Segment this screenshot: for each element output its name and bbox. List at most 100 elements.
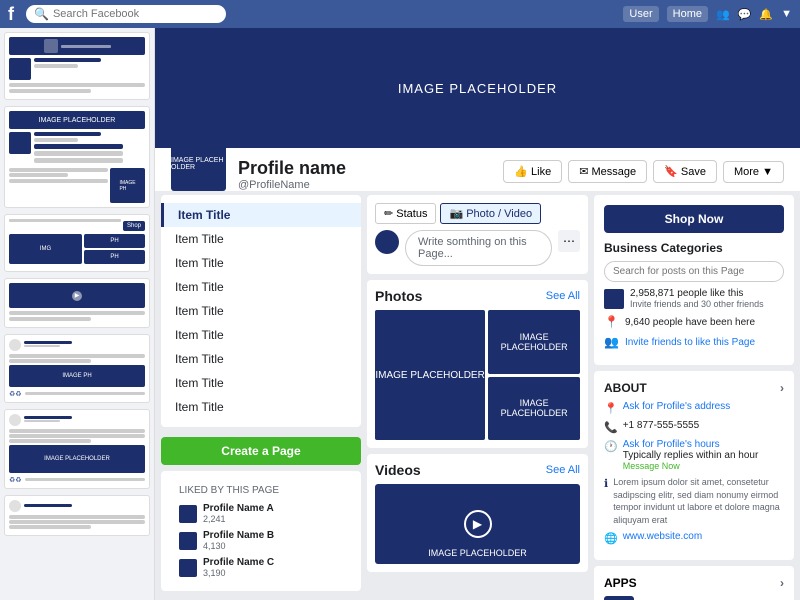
photos-grid: IMAGE PLACEHOLDER IMAGE PLACEHOLDER IMAG… <box>375 310 580 440</box>
prev1-header <box>9 37 145 55</box>
prev2-profile <box>9 132 145 165</box>
right-sidebar: Shop Now Business Categories 2,958,871 p… <box>594 195 794 600</box>
about-hours-info: Ask for Profile's hours Typically replie… <box>623 439 759 471</box>
about-description: Lorem ipsum dolor sit amet, consetetur s… <box>613 476 784 526</box>
video-play-button[interactable]: ▶ <box>464 510 492 538</box>
manage-page-info-2: Profile Name C 3,190 <box>203 557 343 578</box>
about-address-link[interactable]: Ask for Profile's address <box>623 401 731 412</box>
nav-home-button[interactable]: Home <box>667 6 708 22</box>
prev1-profile <box>9 58 145 80</box>
stat-row-invite: 👥 Invite friends to like this Page <box>604 335 784 349</box>
about-chevron-icon[interactable]: › <box>780 381 784 395</box>
prev4-video: ▶ <box>9 283 145 308</box>
about-description-row: ℹ Lorem ipsum dolor sit amet, consetetur… <box>604 476 784 526</box>
likes-icon <box>604 289 624 309</box>
photo-tab[interactable]: 📷 Photo / Video <box>440 203 541 224</box>
sidebar-item-7[interactable]: Item Title <box>161 371 361 395</box>
stat-likes-sub: Invite friends and 30 other friends <box>630 299 764 309</box>
profile-name-area: Profile name @ProfileName <box>238 158 491 191</box>
stat-invite-label[interactable]: Invite friends to like this Page <box>625 337 755 348</box>
manage-page-1[interactable]: Profile Name B 4,130 <box>171 527 351 554</box>
video-thumbnail[interactable]: ▶ IMAGE PLACEHOLDER <box>375 484 580 564</box>
preview-card-7[interactable] <box>4 495 150 536</box>
sidebar-item-3[interactable]: Item Title <box>161 275 361 299</box>
about-phone-value[interactable]: +1 877-555-5555 <box>623 420 699 431</box>
top-navigation: f 🔍 User Home 👥 💬 🔔 ▼ <box>0 0 800 28</box>
phone-icon: 📞 <box>604 421 618 434</box>
prev3-images: IMG PH PH <box>9 234 145 264</box>
nav-friends-icon[interactable]: 👥 <box>716 8 730 21</box>
sidebar-item-5[interactable]: Item Title <box>161 323 361 347</box>
app-icon-0: IMAGE PLACEHOLDER <box>604 596 634 600</box>
nav-notifications-icon[interactable]: 🔔 <box>759 8 773 21</box>
manage-page-0[interactable]: Profile Name A 2,241 <box>171 500 351 527</box>
biz-categories-title: Business Categories <box>604 241 784 255</box>
preview-card-4[interactable]: ▶ <box>4 278 150 328</box>
preview-card-3[interactable]: Shop IMG PH PH <box>4 214 150 272</box>
post-options-button[interactable]: ⋯ <box>558 230 580 252</box>
create-page-button[interactable]: Create a Page <box>161 437 361 465</box>
nav-user-button[interactable]: User <box>623 6 658 22</box>
manage-page-info-0: Profile Name A 2,241 <box>203 503 343 524</box>
globe-icon: 🌐 <box>604 532 618 545</box>
search-bar[interactable]: 🔍 <box>26 5 226 23</box>
apps-card: APPS › IMAGE PLACEHOLDER Join our email … <box>594 566 794 600</box>
manage-page-avatar-0 <box>179 505 197 523</box>
app-row-0[interactable]: IMAGE PLACEHOLDER Join our email list <box>604 596 784 600</box>
shop-now-button[interactable]: Shop Now <box>604 205 784 233</box>
sidebar-nav: Item Title Item Title Item Title Item Ti… <box>161 195 361 427</box>
save-button[interactable]: 🔖 Save <box>653 160 717 183</box>
videos-header: Videos See All <box>375 462 580 478</box>
invite-icon: 👥 <box>604 335 619 349</box>
apps-chevron-icon[interactable]: › <box>780 576 784 590</box>
main-content: IMAGE PLACEHOLDER IMAGE PLACEH OLDER Pro… <box>155 28 800 600</box>
videos-section: Videos See All ▶ IMAGE PLACEHOLDER <box>367 454 588 572</box>
photo-right-top[interactable]: IMAGE PLACEHOLDER <box>488 310 580 374</box>
more-button[interactable]: More ▼ <box>723 161 784 183</box>
nav-chat-icon[interactable]: 💬 <box>738 8 752 21</box>
about-url-link[interactable]: www.website.com <box>623 531 702 542</box>
photo-right-bottom[interactable]: IMAGE PLACEHOLDER <box>488 377 580 441</box>
stat-likes-info: 2,958,871 people like this Invite friend… <box>630 288 764 309</box>
like-button[interactable]: 👍 Like <box>503 160 562 183</box>
photos-see-all[interactable]: See All <box>546 290 580 302</box>
profile-handle: @ProfileName <box>238 179 491 191</box>
about-url-row: 🌐 www.website.com <box>604 531 784 545</box>
profile-actions: 👍 Like ✉ Message 🔖 Save More ▼ <box>503 160 784 191</box>
profile-name: Profile name <box>238 158 491 179</box>
about-hours-row: 🕐 Ask for Profile's hours Typically repl… <box>604 439 784 471</box>
post-box: ✏ Status 📷 Photo / Video Write somthing … <box>367 195 588 274</box>
search-input[interactable] <box>53 8 213 20</box>
photo-left[interactable]: IMAGE PLACEHOLDER <box>375 310 485 440</box>
about-hours-link[interactable]: Ask for Profile's hours <box>623 439 759 450</box>
info-icon: ℹ <box>604 477 608 490</box>
photos-title: Photos <box>375 288 422 304</box>
post-text-input[interactable]: Write somthing on this Page... <box>405 230 552 266</box>
apps-title: APPS › <box>604 576 784 590</box>
manage-page-info-1: Profile Name B 4,130 <box>203 530 343 551</box>
status-tab[interactable]: ✏ Status <box>375 203 436 224</box>
preview-card-2[interactable]: IMAGE PLACEHOLDER IMAGEPH <box>4 106 150 208</box>
preview-card-5[interactable]: IMAGE PH ♻♻ <box>4 334 150 403</box>
options-icon: ⋯ <box>563 234 575 248</box>
videos-see-all[interactable]: See All <box>546 464 580 476</box>
sidebar-item-4[interactable]: Item Title <box>161 299 361 323</box>
middle-section: Item Title Item Title Item Title Item Ti… <box>155 195 800 600</box>
sidebar-item-0[interactable]: Item Title <box>161 203 361 227</box>
post-input-area: Write somthing on this Page... ⋯ <box>375 230 580 266</box>
biz-search-input[interactable] <box>604 261 784 282</box>
stat-likes-count: 2,958,871 people like this <box>630 288 764 299</box>
sidebar-item-6[interactable]: Item Title <box>161 347 361 371</box>
sidebar-item-2[interactable]: Item Title <box>161 251 361 275</box>
pages-you-manage: LIKED BY THIS PAGE Profile Name A 2,241 … <box>161 471 361 591</box>
nav-dropdown-icon[interactable]: ▼ <box>781 8 792 20</box>
manage-page-2[interactable]: Profile Name C 3,190 <box>171 554 351 581</box>
sidebar-item-1[interactable]: Item Title <box>161 227 361 251</box>
about-address-row: 📍 Ask for Profile's address <box>604 401 784 415</box>
preview-card-1[interactable] <box>4 32 150 100</box>
message-button[interactable]: ✉ Message <box>568 160 647 183</box>
preview-card-6[interactable]: IMAGE PLACEHOLDER ♻♻ <box>4 409 150 489</box>
sidebar-item-8[interactable]: Item Title <box>161 395 361 419</box>
about-message-now-link[interactable]: Message Now <box>623 461 759 471</box>
nav-right-area: User Home 👥 💬 🔔 ▼ <box>623 6 792 22</box>
